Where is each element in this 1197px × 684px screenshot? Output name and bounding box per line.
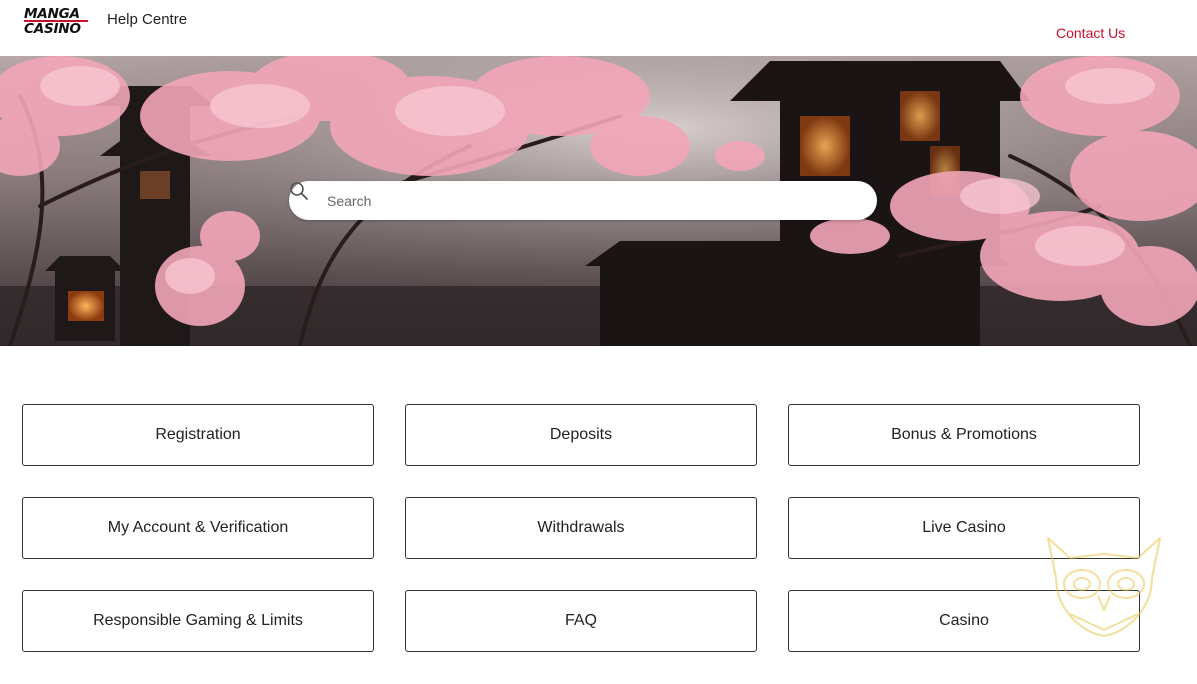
category-tile-deposits[interactable]: Deposits — [405, 404, 757, 466]
category-tile-bonus-promotions[interactable]: Bonus & Promotions — [788, 404, 1140, 466]
page-title: Help Centre — [107, 11, 188, 28]
category-tile-withdrawals[interactable]: Withdrawals — [405, 497, 757, 559]
category-tile-responsible-gaming-limits[interactable]: Responsible Gaming & Limits — [22, 590, 374, 652]
hero-banner — [0, 56, 1197, 346]
search-bar[interactable] — [289, 181, 877, 220]
category-tile-registration[interactable]: Registration — [22, 404, 374, 466]
manga-casino-logo[interactable]: MANGA CASINO — [24, 8, 88, 37]
site-header: MANGA CASINO Help Centre Contact Us — [0, 0, 1197, 56]
search-input[interactable] — [327, 181, 857, 220]
contact-us-link[interactable]: Contact Us — [1056, 25, 1125, 41]
category-tile-faq[interactable]: FAQ — [405, 590, 757, 652]
category-tile-my-account-verification[interactable]: My Account & Verification — [22, 497, 374, 559]
category-tile-casino[interactable]: Casino — [788, 590, 1140, 652]
category-tile-live-casino[interactable]: Live Casino — [788, 497, 1140, 559]
logo-text-bottom: CASINO — [24, 22, 81, 37]
search-icon — [290, 182, 308, 200]
